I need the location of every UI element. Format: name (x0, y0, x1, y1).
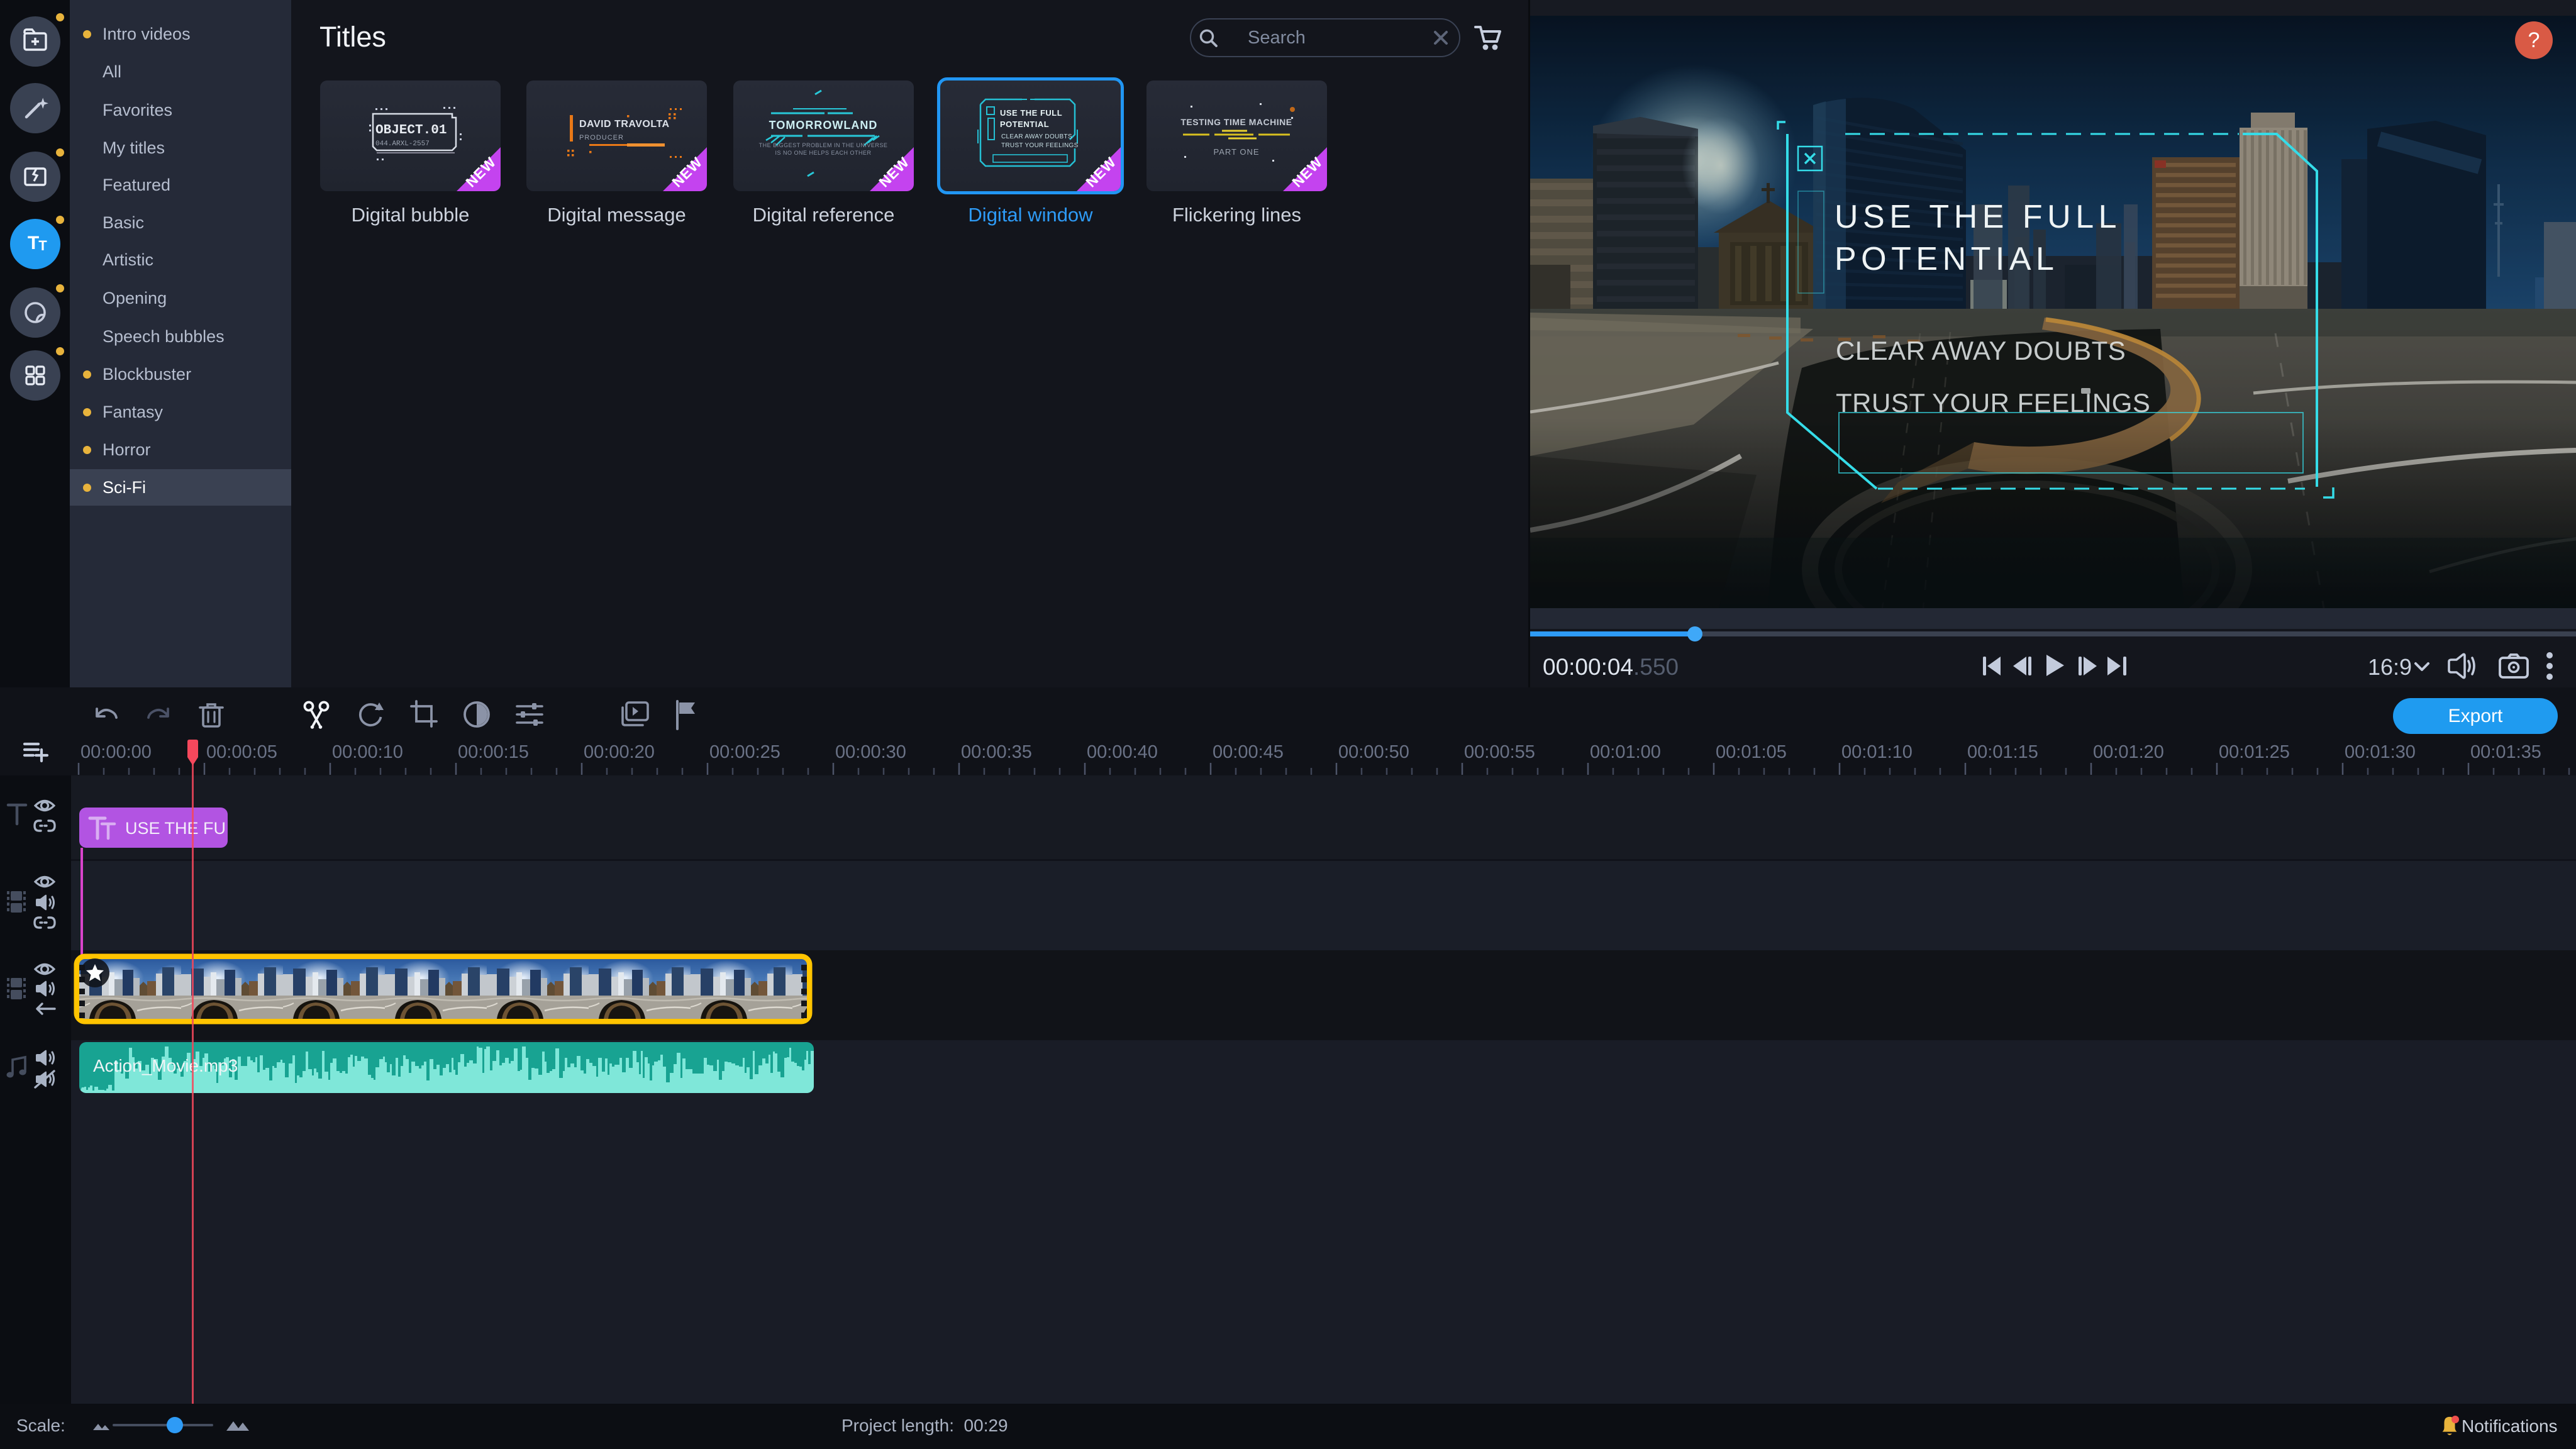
svg-text:00:01:10: 00:01:10 (1841, 742, 1913, 762)
svg-text:00:01:35: 00:01:35 (2470, 742, 2541, 762)
svg-text:00:00:00: 00:00:00 (80, 742, 152, 762)
svg-text:00:00:05: 00:00:05 (206, 742, 277, 762)
svg-text:00:01:30: 00:01:30 (2345, 742, 2416, 762)
svg-text:00:01:20: 00:01:20 (2093, 742, 2164, 762)
svg-text:00:01:00: 00:01:00 (1590, 742, 1661, 762)
svg-text:00:00:40: 00:00:40 (1087, 742, 1158, 762)
svg-text:00:00:55: 00:00:55 (1464, 742, 1535, 762)
svg-text:00:01:15: 00:01:15 (1967, 742, 2038, 762)
svg-text:00:01:25: 00:01:25 (2219, 742, 2290, 762)
svg-text:00:00:25: 00:00:25 (709, 742, 780, 762)
svg-text:00:00:35: 00:00:35 (961, 742, 1032, 762)
svg-text:00:00:10: 00:00:10 (332, 742, 403, 762)
svg-text:00:00:20: 00:00:20 (584, 742, 655, 762)
svg-text:00:00:45: 00:00:45 (1213, 742, 1284, 762)
svg-text:00:00:30: 00:00:30 (835, 742, 906, 762)
svg-text:00:00:50: 00:00:50 (1338, 742, 1409, 762)
svg-text:00:01:05: 00:01:05 (1716, 742, 1787, 762)
svg-text:00:00:15: 00:00:15 (458, 742, 529, 762)
